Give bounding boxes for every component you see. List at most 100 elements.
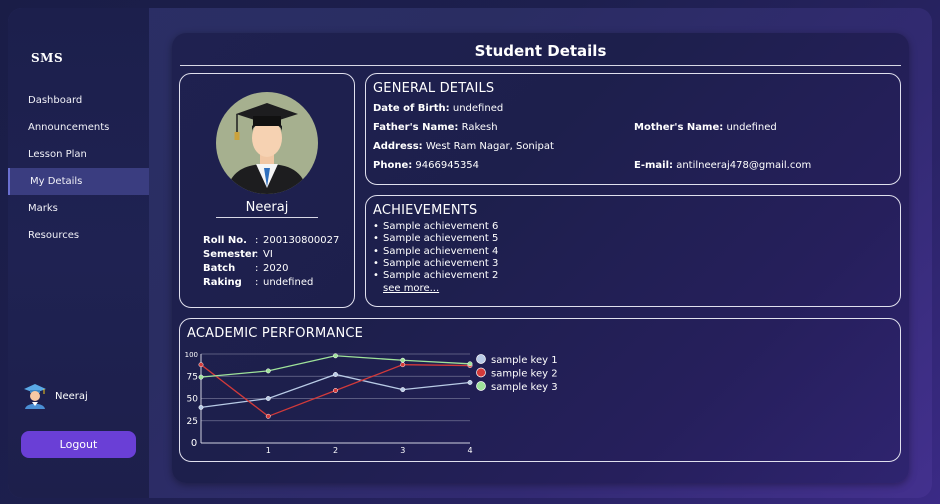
data-point bbox=[198, 362, 204, 368]
achievement-text: Sample achievement 3 bbox=[383, 257, 499, 269]
sidebar-item-marks[interactable]: Marks bbox=[8, 195, 149, 222]
sidebar-item-dashboard[interactable]: Dashboard bbox=[8, 87, 149, 114]
data-point bbox=[333, 388, 338, 393]
legend-label: sample key 3 bbox=[491, 382, 558, 393]
phone-field: Phone: 9466945354 bbox=[373, 160, 479, 171]
legend-swatch bbox=[476, 354, 486, 364]
mother-label: Mother's Name: bbox=[634, 122, 724, 133]
dob-value: undefined bbox=[452, 103, 504, 114]
see-more-link[interactable]: see more... bbox=[383, 282, 498, 295]
page-title: Student Details bbox=[474, 42, 607, 60]
dob-field: Date of Birth: undefined bbox=[373, 103, 503, 114]
data-point bbox=[400, 357, 406, 363]
info-key: Roll No. bbox=[203, 235, 247, 246]
user-name: Neeraj bbox=[55, 390, 88, 402]
general-details-card: GENERAL DETAILS Date of Birth: undefined… bbox=[365, 73, 901, 185]
info-key: Raking bbox=[203, 277, 242, 288]
student-details-panel: Student Details Neeraj Roll No.: 200130… bbox=[172, 33, 909, 483]
info-value: undefined bbox=[263, 277, 314, 288]
address-value: West Ram Nagar, Sonipat bbox=[425, 141, 554, 152]
legend-swatch bbox=[476, 381, 486, 391]
phone-label: Phone: bbox=[373, 160, 413, 171]
sidebar-item-resources[interactable]: Resources bbox=[8, 222, 149, 249]
info-row-roll: Roll No. : 200130800027 bbox=[203, 234, 339, 248]
x-tick-label: 3 bbox=[400, 446, 405, 455]
info-value: 2020 bbox=[263, 263, 289, 274]
student-name: Neeraj bbox=[216, 200, 318, 218]
info-value: VI bbox=[263, 249, 273, 260]
academic-performance-card: ACADEMIC PERFORMANCE 25 50 75 100 0 1 2 3 4 sampl… bbox=[179, 318, 901, 462]
mother-value: undefined bbox=[726, 122, 777, 133]
data-point bbox=[333, 372, 338, 377]
info-row-ranking: Raking : undefined bbox=[203, 276, 339, 290]
email-label: E-mail: bbox=[634, 160, 674, 171]
email-field: E-mail: antilneeraj478@gmail.com bbox=[634, 160, 811, 171]
email-value: antilneeraj478@gmail.com bbox=[676, 160, 812, 171]
achievements-list: • Sample achievement 6 • Sample achievemen… bbox=[373, 221, 498, 295]
data-point bbox=[400, 362, 406, 368]
phone-value: 9466945354 bbox=[415, 160, 480, 171]
info-value: 200130800027 bbox=[263, 235, 340, 246]
list-item: • Sample achievement 5 bbox=[373, 233, 499, 245]
address-field: Address: West Ram Nagar, Sonipat bbox=[373, 141, 554, 152]
title-divider bbox=[180, 65, 901, 66]
list-item: • Sample achievement 3 bbox=[373, 257, 499, 269]
list-item: • Sample achievement 6 bbox=[373, 221, 499, 232]
info-row-semester: Semester : VI bbox=[203, 248, 339, 262]
graduate-avatar-icon bbox=[24, 384, 46, 409]
data-point bbox=[400, 387, 406, 393]
info-row-batch: Batch : 2020 bbox=[203, 262, 339, 276]
brand-logo: SMS bbox=[31, 51, 64, 65]
data-point bbox=[467, 380, 473, 385]
dob-label: Date of Birth: bbox=[373, 103, 450, 114]
achievement-text: Sample achievement 6 bbox=[383, 221, 499, 232]
legend-label: sample key 2 bbox=[491, 369, 558, 380]
list-item: • Sample achievement 2 bbox=[373, 270, 499, 282]
list-item: • Sample achievement 4 bbox=[373, 245, 499, 257]
y-tick-label: 75 bbox=[187, 372, 198, 382]
performance-line-chart: 25 50 75 100 0 1 2 3 4 sample key 1 sample key 2 sa… bbox=[185, 351, 558, 455]
sidebar-item-lesson-plan[interactable]: Lesson Plan bbox=[8, 141, 149, 168]
sidebar-nav: Dashboard Announcements Lesson Plan My D… bbox=[8, 87, 149, 249]
info-colon: : bbox=[255, 249, 259, 260]
data-point bbox=[265, 368, 271, 374]
student-info: Roll No. : 200130800027 Semester : VI Ba… bbox=[203, 234, 339, 290]
sidebar: SMS Dashboard Announcements Lesson Plan … bbox=[8, 8, 149, 498]
info-key: Batch bbox=[203, 263, 236, 274]
y-tick-label: 100 bbox=[185, 351, 198, 359]
data-point bbox=[265, 396, 271, 401]
app-window: SMS Dashboard Announcements Lesson Plan … bbox=[8, 8, 932, 498]
info-key: Semester bbox=[203, 249, 257, 260]
sidebar-item-my-details[interactable]: My Details bbox=[8, 168, 149, 195]
y-tick-label: 50 bbox=[187, 395, 199, 405]
info-colon: : bbox=[255, 277, 259, 288]
data-point bbox=[467, 361, 473, 367]
address-label: Address: bbox=[373, 141, 423, 152]
y-tick-label: 25 bbox=[187, 417, 198, 427]
data-point bbox=[333, 353, 338, 359]
general-details-heading: GENERAL DETAILS bbox=[373, 81, 495, 96]
info-colon: : bbox=[255, 235, 259, 246]
legend-label: sample key 1 bbox=[491, 355, 558, 366]
achievements-card: ACHIEVEMENTS • Sample achievement 6 • Samp… bbox=[365, 195, 901, 307]
father-value: Rakesh bbox=[461, 122, 498, 133]
info-colon: : bbox=[255, 263, 259, 274]
profile-card: Neeraj Roll No. : 200130800027 Semester … bbox=[179, 73, 355, 308]
father-label: Father's Name: bbox=[373, 122, 459, 133]
achievements-heading: ACHIEVEMENTS bbox=[373, 203, 478, 218]
achievement-text: Sample achievement 4 bbox=[383, 245, 499, 257]
x-tick-label: 2 bbox=[333, 446, 338, 455]
x-tick-label: 4 bbox=[467, 446, 472, 455]
student-graduate-avatar-icon bbox=[216, 92, 318, 194]
user-profile[interactable]: Neeraj bbox=[23, 383, 88, 409]
data-point bbox=[198, 404, 204, 410]
achievement-text: Sample achievement 5 bbox=[383, 233, 499, 245]
achievement-text: Sample achievement 2 bbox=[383, 270, 499, 282]
x-tick-label: 0 bbox=[191, 438, 197, 449]
father-field: Father's Name: Rakesh bbox=[373, 122, 498, 133]
mother-field: Mother's Name: undefined bbox=[634, 122, 777, 133]
logout-button[interactable]: Logout bbox=[21, 431, 136, 458]
data-point bbox=[198, 374, 204, 380]
sidebar-item-announcements[interactable]: Announcements bbox=[8, 114, 149, 141]
legend-swatch bbox=[476, 367, 486, 378]
